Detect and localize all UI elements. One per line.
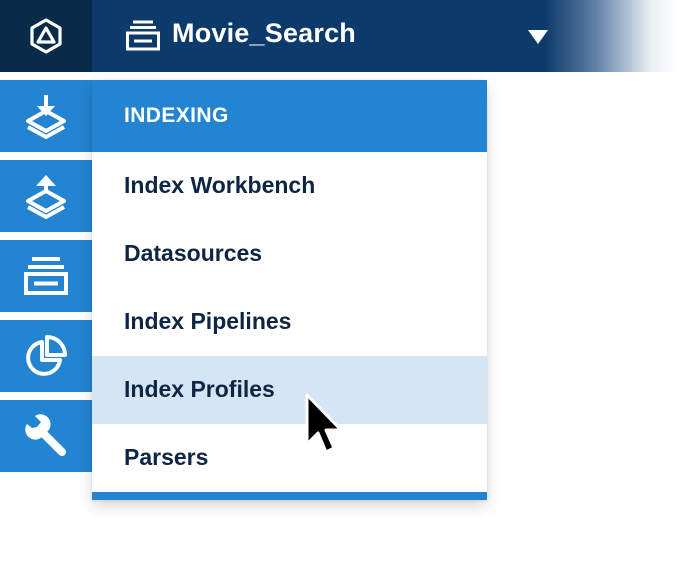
wrench-icon (25, 414, 66, 456)
sidebar-item-querying[interactable] (0, 160, 92, 232)
collections-icon (24, 257, 68, 295)
sidebar-item-system[interactable] (0, 400, 92, 472)
top-bar: Movie_Search (0, 0, 678, 72)
menu-item-label: Datasources (124, 240, 263, 266)
menu-header: INDEXING (92, 80, 487, 152)
app-title[interactable]: Movie_Search (172, 18, 356, 49)
menu-header-label: INDEXING (124, 104, 229, 127)
sidebar-item-indexing[interactable] (0, 80, 92, 152)
indexing-menu: INDEXING Index Workbench Datasources Ind… (92, 80, 487, 500)
menu-item-parsers[interactable]: Parsers (92, 424, 487, 492)
menu-item-label: Index Pipelines (124, 308, 292, 334)
indexing-download-icon (26, 95, 66, 139)
logo-button[interactable] (0, 0, 92, 72)
menu-item-label: Index Profiles (124, 376, 275, 402)
menu-item-index-workbench[interactable]: Index Workbench (92, 152, 487, 220)
menu-item-label: Index Workbench (124, 172, 316, 198)
menu-item-index-profiles[interactable]: Index Profiles (92, 356, 487, 424)
menu-bottom-accent (92, 492, 487, 500)
menu-item-label: Parsers (124, 444, 209, 470)
mouse-pointer-icon (305, 393, 342, 454)
querying-upload-icon (26, 175, 66, 219)
sidebar-item-collections[interactable] (0, 240, 92, 312)
sidebar-item-analytics[interactable] (0, 320, 92, 392)
analytics-pie-icon (26, 335, 67, 376)
collection-stack-icon (126, 20, 160, 51)
caret-down-icon[interactable] (528, 29, 548, 45)
menu-item-datasources[interactable]: Datasources (92, 220, 487, 288)
menu-item-index-pipelines[interactable]: Index Pipelines (92, 288, 487, 356)
fusion-logo-icon (30, 18, 62, 54)
